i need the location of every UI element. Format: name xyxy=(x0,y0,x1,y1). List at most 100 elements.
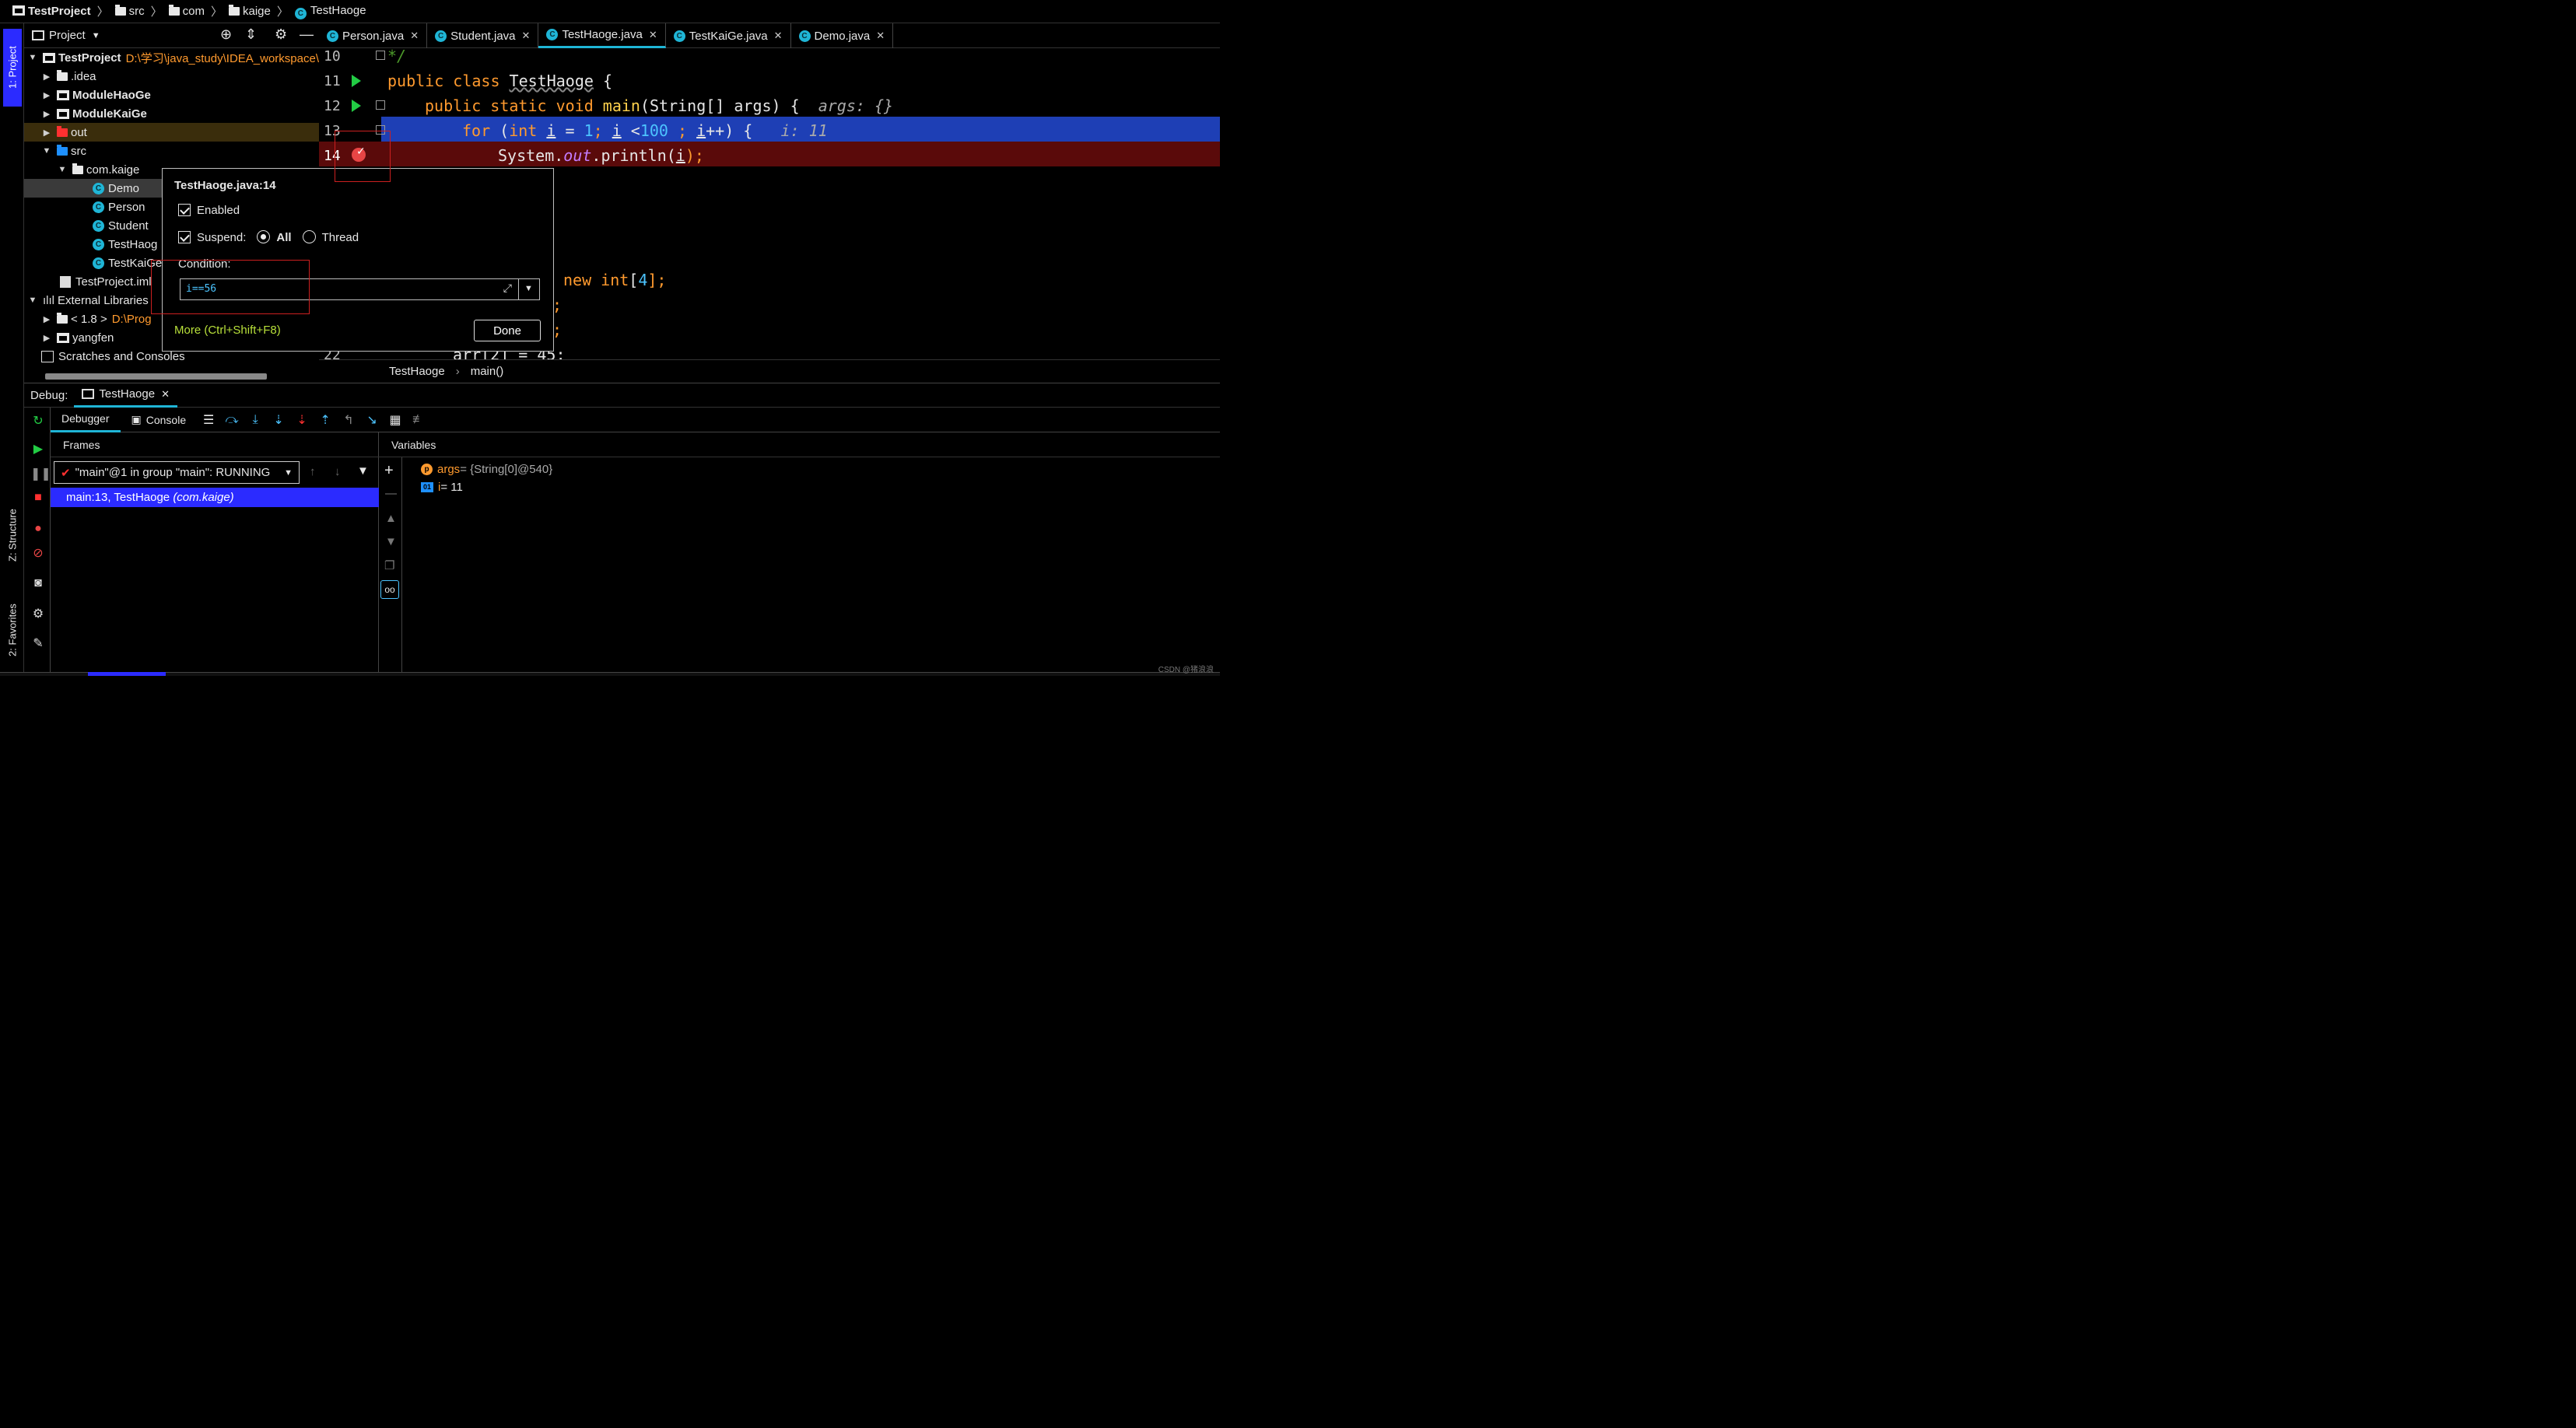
remove-watch-icon[interactable]: — xyxy=(385,487,397,500)
crumb-method[interactable]: main() xyxy=(471,365,504,378)
collapsed-arrow-icon[interactable]: ▶ xyxy=(41,128,52,138)
close-icon[interactable]: ✕ xyxy=(522,30,531,42)
project-tool-tab[interactable]: 1: Project xyxy=(3,29,22,107)
thread-selector[interactable]: ✔ "main"@1 in group "main": RUNNING ▼ xyxy=(54,461,300,484)
step-over-icon[interactable]: ⤓ xyxy=(244,413,267,427)
project-crumb[interactable]: TestProject xyxy=(12,5,91,18)
favorites-tool-tab[interactable]: 2: Favorites xyxy=(3,590,22,670)
frames-list-icon[interactable]: ☰ xyxy=(197,412,220,428)
tree-item-out[interactable]: ▶ out xyxy=(24,123,319,142)
more-link[interactable]: More (Ctrl+Shift+F8) xyxy=(174,324,281,337)
expanded-arrow-icon[interactable]: ▼ xyxy=(41,146,52,156)
project-view-selector[interactable]: Project xyxy=(49,29,86,42)
scroll-indicator xyxy=(88,672,166,676)
radio-all[interactable]: All xyxy=(257,230,292,244)
popup-title: TestHaoge.java:14 xyxy=(174,179,276,192)
chevron-down-icon[interactable]: ▼ xyxy=(92,31,100,40)
collapsed-arrow-icon[interactable]: ▶ xyxy=(41,314,52,324)
variable-row[interactable]: 01 i = 11 xyxy=(421,478,463,495)
stop-icon[interactable]: ■ xyxy=(30,490,46,506)
expand-icon[interactable]: ⤢ xyxy=(503,282,512,295)
tab-demo-java[interactable]: C Demo.java ✕ xyxy=(791,23,894,48)
code-line-12: public static void main (String[] args) {… xyxy=(425,96,894,115)
horizontal-scrollbar[interactable] xyxy=(45,373,267,380)
fold-icon[interactable] xyxy=(376,51,385,60)
run-gutter-icon[interactable] xyxy=(352,100,361,112)
add-watch-icon[interactable]: + xyxy=(384,462,394,480)
up-arrow-icon[interactable]: ↑ xyxy=(310,465,316,478)
force-step-into-icon[interactable]: ⇣ xyxy=(290,412,314,428)
tab-testhaoge-java[interactable]: C TestHaoge.java ✕ xyxy=(538,23,666,48)
mute-breakpoints-icon[interactable]: ⊘ xyxy=(30,546,46,562)
expanded-arrow-icon[interactable]: ▼ xyxy=(57,165,68,174)
show-execution-point-icon[interactable]: ⤼ xyxy=(220,413,244,427)
crumb-src[interactable]: src xyxy=(114,5,145,18)
trace-icon[interactable]: ≢ xyxy=(407,413,430,427)
view-breakpoints-icon[interactable]: ● xyxy=(30,521,46,537)
condition-history-dropdown[interactable]: ▼ xyxy=(518,278,540,300)
move-down-icon[interactable]: ▼ xyxy=(385,535,397,548)
collapsed-arrow-icon[interactable]: ▶ xyxy=(41,90,52,100)
expanded-arrow-icon[interactable]: ▼ xyxy=(27,296,38,305)
down-arrow-icon[interactable]: ↓ xyxy=(335,465,341,478)
copy-icon[interactable]: ❐ xyxy=(384,558,394,572)
step-into-icon[interactable]: ⇣ xyxy=(267,412,290,428)
show-watches-icon[interactable]: oo xyxy=(380,580,399,599)
tab-person-java[interactable]: C Person.java ✕ xyxy=(319,23,428,48)
debug-session-tab[interactable]: TestHaoge ✕ xyxy=(74,383,177,408)
run-gutter-icon[interactable] xyxy=(352,75,361,87)
done-button[interactable]: Done xyxy=(474,320,541,341)
tree-item-modulehaoge[interactable]: ▶ ModuleHaoGe xyxy=(24,86,319,104)
collapsed-arrow-icon[interactable]: ▶ xyxy=(41,72,52,82)
tab-student-java[interactable]: C Student.java ✕ xyxy=(427,23,539,48)
tab-debugger[interactable]: Debugger xyxy=(51,408,121,432)
suspend-checkbox[interactable]: Suspend: xyxy=(178,230,246,244)
crumb-kaige[interactable]: kaige xyxy=(228,5,271,18)
collapsed-arrow-icon[interactable]: ▶ xyxy=(41,109,52,119)
class-icon: C xyxy=(294,7,307,19)
locate-icon[interactable]: ⊕ xyxy=(220,26,232,43)
resume-icon[interactable]: ▶ xyxy=(30,442,46,457)
collapsed-arrow-icon[interactable]: ▶ xyxy=(41,333,52,343)
class-icon: C xyxy=(93,201,104,213)
expanded-arrow-icon[interactable]: ▼ xyxy=(27,53,38,62)
filter-icon[interactable]: ▼ xyxy=(357,464,369,478)
run-to-cursor-icon[interactable]: ↘ xyxy=(360,412,384,428)
tree-item-src[interactable]: ▼ src xyxy=(24,142,319,160)
drop-frame-icon[interactable]: ↰ xyxy=(337,412,360,428)
close-icon[interactable]: ✕ xyxy=(410,30,419,42)
move-up-icon[interactable]: ▲ xyxy=(385,512,397,525)
gear-icon[interactable]: ⚙ xyxy=(30,607,46,622)
crumb-class[interactable]: TestHaoge xyxy=(389,365,445,378)
rerun-icon[interactable]: ↻ xyxy=(30,414,46,429)
enabled-checkbox[interactable]: Enabled xyxy=(178,204,240,217)
close-icon[interactable]: ✕ xyxy=(161,388,170,401)
crumb-com[interactable]: com xyxy=(168,5,205,18)
close-icon[interactable]: ✕ xyxy=(649,29,657,41)
fold-icon[interactable] xyxy=(376,100,385,110)
structure-tool-tab[interactable]: Z: Structure xyxy=(3,498,22,572)
camera-icon[interactable]: ◙ xyxy=(30,576,46,591)
collapse-all-icon[interactable]: ⇕ xyxy=(245,26,257,43)
minimize-icon[interactable]: — xyxy=(300,26,314,43)
tree-item-testproject[interactable]: ▼ TestProject D:\学习\java_study\IDEA_work… xyxy=(24,48,319,67)
crumb-current[interactable]: C TestHaoge xyxy=(294,4,366,19)
variable-row[interactable]: p args = {String[0]@540} xyxy=(421,460,552,478)
evaluate-expression-icon[interactable]: ▦ xyxy=(384,412,407,428)
pin-icon[interactable]: ✎ xyxy=(30,636,46,652)
tab-testkaige-java[interactable]: C TestKaiGe.java ✕ xyxy=(666,23,791,48)
tab-console[interactable]: ▣ Console xyxy=(121,408,198,432)
close-icon[interactable]: ✕ xyxy=(774,30,783,42)
tree-item-modulekaige[interactable]: ▶ ModuleKaiGe xyxy=(24,104,319,123)
annotation-box xyxy=(335,131,391,182)
gear-icon[interactable]: ⚙ xyxy=(275,26,287,43)
navigation-bar: TestProject 〉 src 〉 com 〉 kaige 〉 C TestH… xyxy=(0,0,1220,23)
frame-row[interactable]: main:13, TestHaoge (com.kaige) xyxy=(51,488,379,507)
close-icon[interactable]: ✕ xyxy=(876,30,885,42)
tree-item-idea[interactable]: ▶ .idea xyxy=(24,67,319,86)
class-icon: C xyxy=(798,30,811,42)
pause-icon[interactable]: ❚❚ xyxy=(30,467,51,482)
radio-thread[interactable]: Thread xyxy=(302,230,359,244)
step-out-icon[interactable]: ⇡ xyxy=(314,412,337,428)
library-folder-icon xyxy=(57,332,69,343)
